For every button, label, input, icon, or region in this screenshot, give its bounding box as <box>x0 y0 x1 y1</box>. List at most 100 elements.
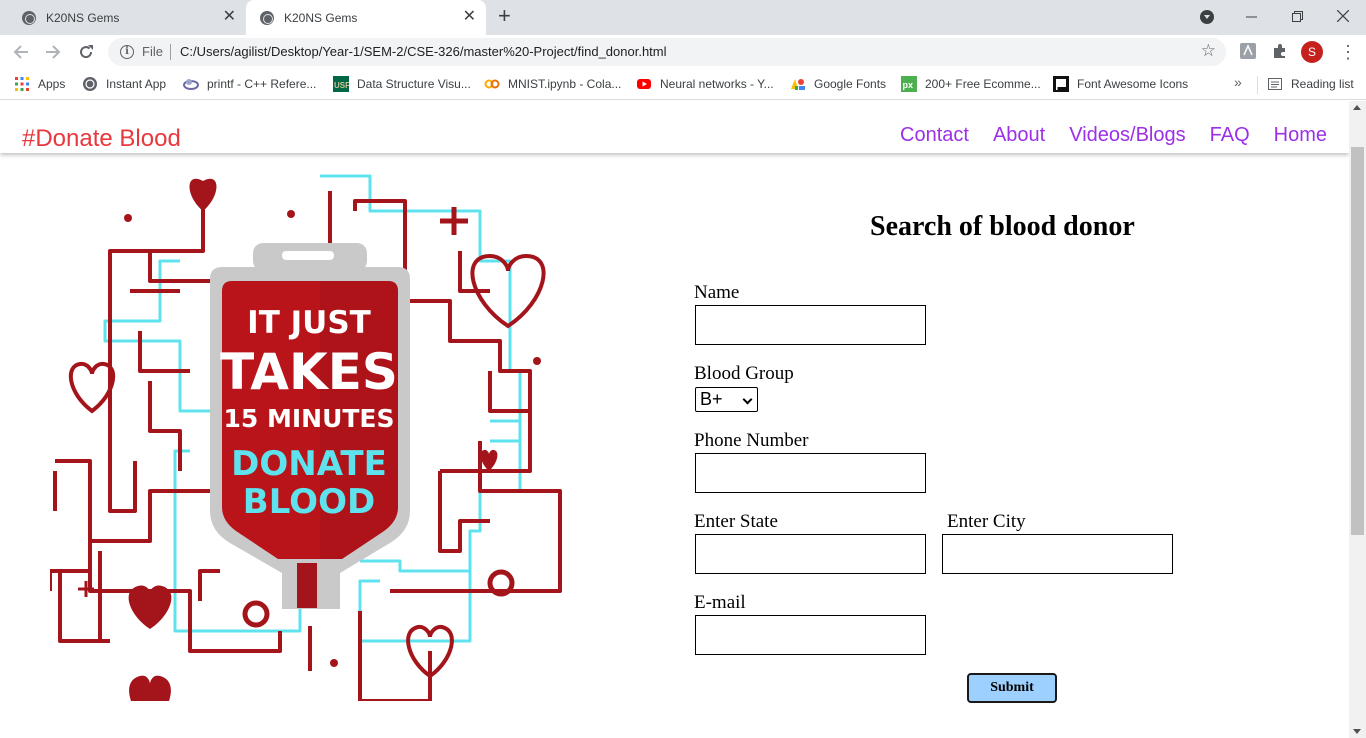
chevron-down-icon <box>742 394 753 405</box>
blood-group-label: Blood Group <box>694 363 794 384</box>
scheme-label: File <box>142 44 163 59</box>
form-title: Search of blood donor <box>870 211 1135 242</box>
globe-icon <box>22 10 36 25</box>
bookmark-label: Apps <box>38 77 66 91</box>
apps-grid-icon <box>15 77 29 91</box>
reload-button[interactable] <box>74 40 98 64</box>
site-info-icon[interactable]: i <box>120 45 134 59</box>
tab-search-icon[interactable] <box>1200 10 1214 24</box>
scrollbar-thumb[interactable] <box>1351 147 1364 535</box>
bookmark-label: Font Awesome Icons <box>1077 77 1189 91</box>
nav-link-videos-blogs[interactable]: Videos/Blogs <box>1069 124 1185 147</box>
browser-tab[interactable]: K20NS Gems ✕ <box>8 0 247 35</box>
browser-toolbar: i File C:/Users/agilist/Desktop/Year-1/S… <box>0 35 1366 69</box>
blood-group-value: B+ <box>700 389 723 409</box>
poster-text-it-just: IT JUST <box>247 305 371 341</box>
bookmark-label: Google Fonts <box>814 77 887 91</box>
bookmark-free-ecommerce[interactable]: px 200+ Free Ecomme... <box>901 76 1041 92</box>
close-tab-icon[interactable]: ✕ <box>463 9 476 25</box>
bookmark-label: MNIST.ipynb - Cola... <box>508 77 622 91</box>
px-icon: px <box>901 76 917 92</box>
site-brand[interactable]: #Donate Blood <box>22 125 181 153</box>
blood-group-select[interactable]: B+ <box>695 387 758 412</box>
forward-arrow-icon <box>46 45 61 59</box>
extensions-puzzle-icon[interactable] <box>1271 42 1289 60</box>
bookmark-neural-networks[interactable]: Neural networks - Y... <box>636 76 774 92</box>
site-navbar: #Donate Blood Contact About Videos/Blogs… <box>0 101 1349 153</box>
restore-icon <box>1291 10 1303 22</box>
bookmark-star-icon[interactable]: ☆ <box>1201 41 1216 61</box>
name-input[interactable] <box>695 305 926 345</box>
poster-text-takes: TAKES <box>220 343 398 401</box>
restore-button[interactable] <box>1274 0 1320 32</box>
bookmark-data-structure[interactable]: USF Data Structure Visu... <box>333 76 471 92</box>
state-label: Enter State <box>694 511 778 532</box>
address-bar[interactable]: i File C:/Users/agilist/Desktop/Year-1/S… <box>108 38 1226 66</box>
nav-link-home[interactable]: Home <box>1274 124 1327 147</box>
close-icon <box>1337 10 1349 22</box>
browser-tab-active[interactable]: K20NS Gems ✕ <box>246 0 486 35</box>
bookmark-label: printf - C++ Refere... <box>207 77 317 91</box>
bookmark-label: Neural networks - Y... <box>660 77 774 91</box>
url-text[interactable]: C:/Users/agilist/Desktop/Year-1/SEM-2/CS… <box>180 44 667 59</box>
new-tab-button[interactable]: + <box>498 4 511 28</box>
back-button[interactable] <box>9 40 33 64</box>
browser-menu-icon[interactable]: ⋮ <box>1339 41 1357 63</box>
bookmarks-divider <box>1257 76 1258 94</box>
bookmark-instant-app[interactable]: Instant App <box>82 76 166 92</box>
usf-icon: USF <box>333 76 349 92</box>
name-label: Name <box>694 282 740 303</box>
bookmark-font-awesome[interactable]: Font Awesome Icons <box>1053 76 1188 92</box>
reading-list-icon <box>1268 78 1282 90</box>
tab-strip: K20NS Gems ✕ K20NS Gems ✕ + <box>0 0 1366 35</box>
bookmark-mnist[interactable]: MNIST.ipynb - Cola... <box>484 76 621 92</box>
nav-link-faq[interactable]: FAQ <box>1210 124 1250 147</box>
flag-icon <box>1053 76 1069 92</box>
bookmark-label: 200+ Free Ecomme... <box>925 77 1041 91</box>
minimize-button[interactable] <box>1228 0 1274 32</box>
forward-button[interactable] <box>41 40 65 64</box>
page-viewport: #Donate Blood Contact About Videos/Blogs… <box>0 101 1349 738</box>
reload-icon <box>80 45 93 59</box>
colab-icon <box>484 79 500 89</box>
back-arrow-icon <box>13 45 28 59</box>
nav-link-about[interactable]: About <box>993 124 1045 147</box>
tab-title: K20NS Gems <box>46 10 120 25</box>
reading-list-label: Reading list <box>1291 77 1354 91</box>
close-tab-icon[interactable]: ✕ <box>223 9 236 25</box>
bookmark-google-fonts[interactable]: Google Fonts <box>790 76 886 92</box>
youtube-icon <box>637 79 651 89</box>
donate-blood-illustration: IT JUST TAKES 15 MINUTES DONATE BLOOD <box>50 174 562 701</box>
profile-avatar[interactable]: S <box>1301 41 1323 63</box>
svg-text:USF: USF <box>334 81 349 90</box>
heart-icon <box>189 178 217 211</box>
bookmark-printf[interactable]: printf - C++ Refere... <box>183 76 316 92</box>
email-input[interactable] <box>695 615 926 655</box>
state-input[interactable] <box>695 534 926 574</box>
poster-text-15-minutes: 15 MINUTES <box>223 404 394 433</box>
submit-button[interactable]: Submit <box>967 673 1057 703</box>
omnibox-divider <box>170 44 171 60</box>
scroll-down-arrow-icon[interactable] <box>1353 729 1361 734</box>
phone-label: Phone Number <box>694 430 809 451</box>
globe-icon <box>260 10 274 25</box>
globe-icon <box>83 77 97 91</box>
nav-link-contact[interactable]: Contact <box>900 124 969 147</box>
scroll-up-arrow-icon[interactable] <box>1353 105 1361 110</box>
bookmark-apps[interactable]: Apps <box>14 76 65 92</box>
reading-list-button[interactable]: Reading list <box>1267 76 1354 92</box>
nav-links: Contact About Videos/Blogs FAQ Home <box>900 124 1327 147</box>
email-label: E-mail <box>694 592 746 613</box>
page-scrollbar[interactable] <box>1349 101 1366 738</box>
pdf-extension-icon[interactable] <box>1239 42 1257 60</box>
phone-input[interactable] <box>695 453 926 493</box>
cplusplus-icon <box>183 79 199 90</box>
poster-text-blood: BLOOD <box>243 482 375 522</box>
minimize-icon <box>1245 16 1257 17</box>
bookmark-label: Data Structure Visu... <box>357 77 471 91</box>
city-label: Enter City <box>947 511 1026 532</box>
tab-title: K20NS Gems <box>284 10 358 25</box>
close-window-button[interactable] <box>1320 0 1366 32</box>
city-input[interactable] <box>942 534 1173 574</box>
more-bookmarks-icon[interactable]: » <box>1234 74 1242 90</box>
